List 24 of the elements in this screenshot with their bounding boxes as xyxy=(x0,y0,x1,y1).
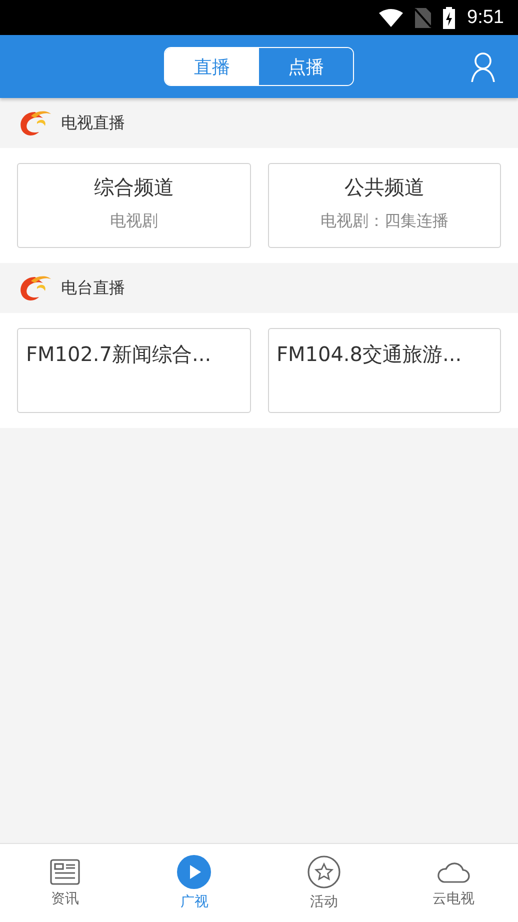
channel-card[interactable]: 公共频道 电视剧：四集连播 xyxy=(268,163,501,248)
channel-title: FM102.7新闻综合... xyxy=(26,341,212,368)
channel-title: 综合频道 xyxy=(94,174,174,201)
no-sim-icon xyxy=(415,8,432,28)
battery-icon xyxy=(443,6,456,28)
channel-subtitle: 电视剧 xyxy=(110,211,158,232)
section-title: 电台直播 xyxy=(61,278,125,298)
play-icon xyxy=(177,855,212,889)
newspaper-icon xyxy=(48,858,81,886)
wifi-icon xyxy=(379,8,404,26)
channel-title: 公共频道 xyxy=(344,174,424,201)
segment-tab[interactable]: 直播 xyxy=(165,48,259,85)
user-icon[interactable] xyxy=(470,52,496,82)
channel-card[interactable]: 综合频道 电视剧 xyxy=(17,163,250,248)
channel-card[interactable]: FM104.8交通旅游... xyxy=(268,328,501,413)
nav-tab[interactable]: 活动 xyxy=(259,844,388,922)
nav-tab[interactable]: 广视 xyxy=(130,844,259,922)
nav-tab[interactable]: 资讯 xyxy=(0,844,130,922)
status-time: 9:51 xyxy=(467,6,504,28)
section-title: 电视直播 xyxy=(61,112,125,134)
channel-card[interactable]: FM102.7新闻综合... xyxy=(17,328,250,413)
channel-title: FM104.8交通旅游... xyxy=(276,341,462,368)
nav-tab[interactable]: 云电视 xyxy=(388,844,518,922)
channel-subtitle: 电视剧：四集连播 xyxy=(320,211,448,232)
